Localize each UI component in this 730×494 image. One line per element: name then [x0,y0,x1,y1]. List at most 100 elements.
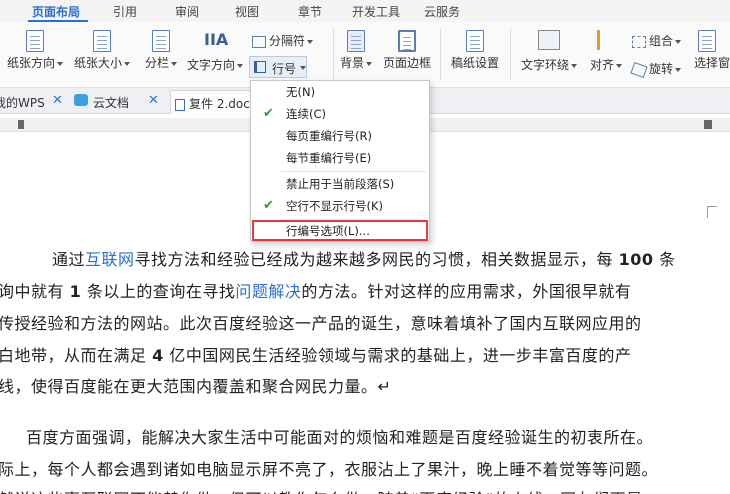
menu-separator [281,171,426,172]
select-pane-label: 选择窗 [694,56,730,70]
check-icon: ✔ [263,198,274,213]
columns-button[interactable]: 分栏 [140,30,182,71]
doc-tab-label: 复件 2.doc [189,97,250,111]
chevron-down-icon [675,67,682,72]
text-run: 通过 [52,250,86,269]
select-pane-icon [698,30,716,52]
chevron-down-icon [237,63,243,68]
page-border-button[interactable]: 页面边框 [380,30,434,71]
tab-references[interactable]: 引用 [113,3,137,20]
text-run: 条以上的查询在寻找 [86,282,236,301]
paper-size-label: 纸张大小 [73,56,122,70]
select-pane-button[interactable]: 选择窗 [694,30,730,71]
paper-direction-button[interactable]: 纸张方向 [4,30,66,71]
paragraph-1-line-3: 传授经验和方法的网站。此次百度经验这一产品的诞生，意味着填补了国内互联网应用的 [0,314,642,333]
menu-item-label: 无(N) [286,85,316,99]
text-run: 条 [659,250,676,269]
tab-chapter[interactable]: 章节 [298,3,322,20]
columns-label: 分栏 [144,56,169,70]
chevron-down-icon [675,39,682,44]
close-icon[interactable]: ✕ [148,93,159,108]
menu-bar: 页面布局 引用 审阅 视图 章节 开发工具 云服务 [0,0,730,22]
menu-item-suppress-current-paragraph[interactable]: 禁止用于当前段落(S) [251,173,429,195]
chevron-down-icon [366,61,372,66]
manuscript-settings-button[interactable]: 稿纸设置 [448,30,502,71]
ribbon: 纸张方向 纸张大小 分栏 IIA 文字方向 分隔符 背景 页面边框 稿纸设置 文… [0,22,730,88]
menu-item-label: 每节重编行号(E) [286,151,372,165]
group-button[interactable]: 组合 [632,32,690,49]
tab-page-layout[interactable]: 页面布局 [32,3,80,20]
menu-item-label: 连续(C) [286,107,327,121]
background-button[interactable]: 背景 [336,30,376,71]
background-label: 背景 [339,56,364,70]
text-direction-button[interactable]: IIA 文字方向 [184,30,246,73]
align-button[interactable]: 对齐 [586,30,626,73]
paragraph-2-line-2: 际上，每个人都会遇到诸如电脑显示屏不亮了，衣服沾上了果汁，晚上睡不着觉等等问题。 [0,460,659,479]
text-direction-icon: IIA [204,30,229,49]
doc-tab-cloud-docs[interactable]: 云文档 [93,94,129,111]
hyperlink[interactable]: 问题解决 [235,282,301,301]
doc-file-icon [175,98,185,111]
menu-item-none[interactable]: 无(N) [251,81,429,103]
text-wrap-button[interactable]: 文字环绕 [516,30,582,73]
hyperlink[interactable]: 互联网 [85,250,135,269]
page-border-icon [398,30,416,52]
text-run: 的方法。针对这样的应用需求，外国很早就有 [301,282,632,301]
paragraph-1-line-1: 通过互联网寻找方法和经验已经成为越来越多网民的习惯，相关数据显示，每 100 条 [52,246,676,270]
paragraph-1-line-5: 线，使得百度能在更大范围内覆盖和聚合网民力量。↵ [0,377,392,396]
paper-size-icon [93,30,111,52]
tab-review[interactable]: 审阅 [175,3,199,20]
indent-marker-icon[interactable] [18,120,24,129]
line-number-button[interactable]: 行号 [249,56,307,78]
separator-button[interactable]: 分隔符 [252,32,324,49]
paragraph-2-line-3: 然说这些事互联网不能替你做，但可以教你怎么做。随着“百度经验”的上线，网友们更是 [0,486,643,494]
right-indent-marker-icon[interactable] [704,120,712,129]
chevron-down-icon [616,63,622,68]
paper-direction-icon [26,30,44,52]
doc-tab-my-wps[interactable]: 我的WPS [0,94,45,111]
chevron-down-icon [571,63,577,68]
bold-number: 100 [618,250,654,269]
menu-item-label: 禁止用于当前段落(S) [286,177,395,191]
check-icon: ✔ [263,106,274,121]
menu-item-continuous[interactable]: ✔ 连续(C) [251,103,429,125]
paper-size-button[interactable]: 纸张大小 [70,30,134,71]
paragraph-1-line-4: 白地带，从而在满足 4 亿中国网民生活经验领域与需求的基础上，进一步丰富百度的产 [0,342,631,366]
tab-view[interactable]: 视图 [235,3,259,20]
rotate-icon [630,61,648,78]
page-corner-marker [707,206,717,218]
tab-cloud-service[interactable]: 云服务 [424,3,460,20]
separator-icon [252,35,266,48]
text-wrap-label: 文字环绕 [520,58,569,72]
align-icon [597,30,615,50]
ribbon-divider [440,28,441,80]
paragraph-1-line-2: 询中就有 1 条以上的查询在寻找问题解决的方法。针对这样的应用需求，外国很早就有 [0,278,631,302]
text-wrap-icon [538,30,560,50]
close-icon[interactable]: ✕ [52,93,63,108]
cloud-icon [74,94,88,106]
menu-item-restart-each-page[interactable]: 每页重编行号(R) [251,125,429,147]
chevron-down-icon [171,61,177,66]
line-number-icon [254,61,266,73]
rotate-button[interactable]: 旋转 [630,60,690,78]
text-run: 亿中国网民生活经验领域与需求的基础上，进一步丰富百度的产 [169,346,632,365]
paper-direction-label: 纸张方向 [6,56,55,70]
page-border-label: 页面边框 [382,56,431,70]
separator-label: 分隔符 [269,34,306,48]
menu-item-hide-blank-lines[interactable]: ✔ 空行不显示行号(K) [251,195,429,217]
menu-item-label: 空行不显示行号(K) [286,199,384,213]
group-label: 组合 [649,34,674,48]
chevron-down-icon [300,66,306,70]
ribbon-divider [333,28,334,80]
chevron-down-icon [57,61,63,66]
menu-item-restart-each-section[interactable]: 每节重编行号(E) [251,147,429,169]
rotate-label: 旋转 [649,62,674,76]
tab-developer[interactable]: 开发工具 [352,3,400,20]
doc-tab-active[interactable]: 复件 2.doc [170,90,257,114]
highlight-box [252,220,428,241]
menu-item-label: 每页重编行号(R) [286,129,372,143]
line-number-dropdown: 无(N) ✔ 连续(C) 每页重编行号(R) 每节重编行号(E) 禁止用于当前段落… [250,80,430,242]
bold-number: 1 [69,282,82,301]
ribbon-divider [510,28,511,80]
line-number-label: 行号 [272,62,297,76]
